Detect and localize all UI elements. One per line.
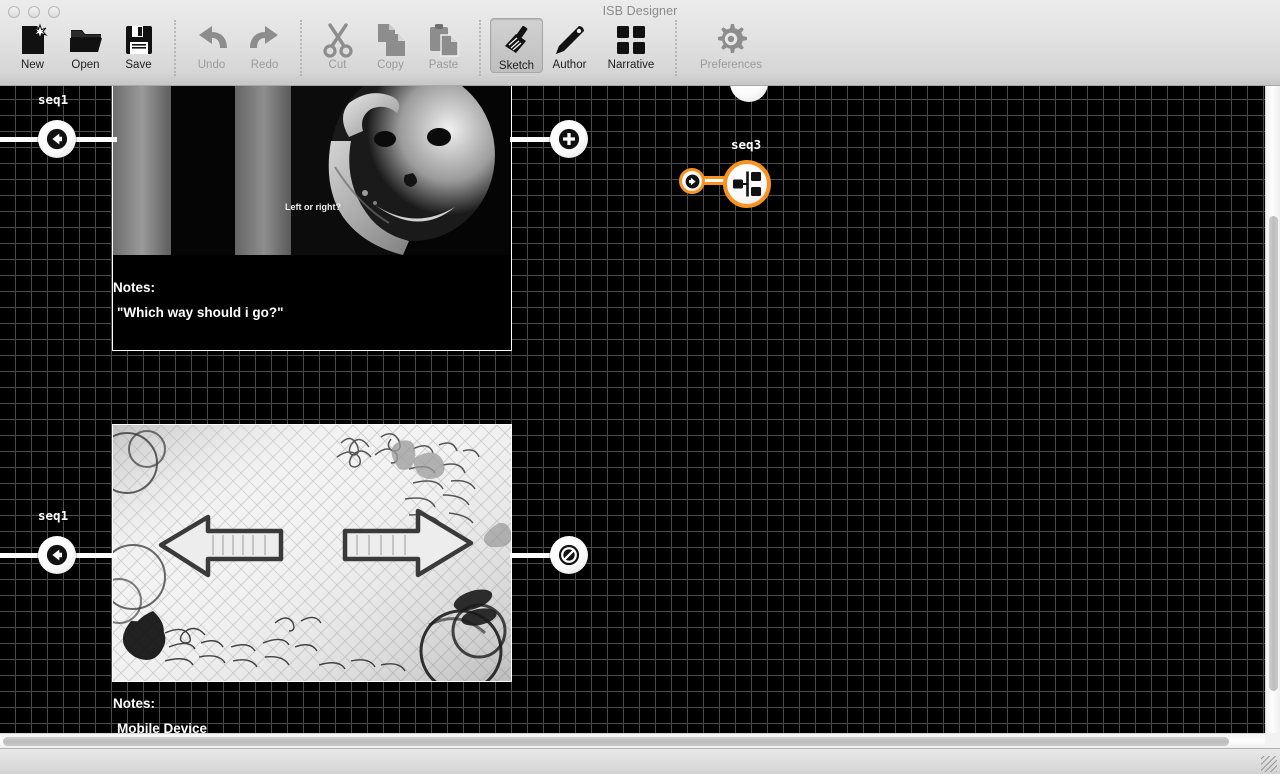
toolbar-divider-3: [479, 20, 481, 76]
open-folder-icon: [64, 20, 108, 60]
paste-button-label: Paste: [428, 59, 459, 71]
save-button[interactable]: Save: [112, 18, 165, 71]
connector-rail-bottom-right: [510, 553, 552, 558]
undo-button[interactable]: Undo: [185, 18, 238, 71]
scene-caption-top: Left or right?: [285, 202, 341, 212]
redo-button[interactable]: Redo: [238, 18, 291, 71]
node-seq3[interactable]: [723, 160, 771, 208]
connector-rail-top-mid: [72, 137, 117, 142]
plus-circle-icon: [558, 128, 580, 150]
undo-button-label: Undo: [197, 59, 226, 71]
new-button-label: New: [20, 59, 44, 71]
horizontal-scrollbar[interactable]: [0, 733, 1280, 748]
title-bar: ISB Designer New Open Save Undo Redo Cut…: [0, 0, 1280, 86]
connector-rail-bottom-mid: [72, 553, 117, 558]
branch-split-icon: [733, 171, 761, 197]
save-button-label: Save: [125, 59, 152, 71]
sketch-button[interactable]: Sketch: [490, 18, 543, 73]
toolbar-divider-1: [174, 20, 176, 76]
gear-icon: [709, 20, 753, 60]
preferences-button-label: Preferences: [699, 59, 762, 71]
status-bar: [0, 748, 1280, 774]
notes-label-top: Notes:: [113, 280, 156, 295]
node-label-seq3: seq3: [731, 137, 762, 152]
no-entry-icon: [558, 544, 580, 566]
node-label-seq1-top: seq1: [38, 92, 69, 107]
copy-pages-icon: [369, 20, 413, 60]
notes-label-bottom: Notes:: [113, 696, 156, 711]
pencil-icon: [548, 20, 592, 60]
storyboard-canvas[interactable]: seq1 seq3 Left or right? Notes: "Which w…: [0, 86, 1280, 748]
horizontal-scrollbar-thumb[interactable]: [3, 737, 1229, 746]
narrative-button-label: Narrative: [607, 59, 655, 71]
notes-text-top[interactable]: "Which way should i go?": [117, 305, 284, 320]
paintbrush-icon: [495, 21, 539, 61]
undo-arrow-icon: [190, 20, 234, 60]
back-arrow-icon: [46, 128, 68, 150]
paste-button[interactable]: Paste: [417, 18, 470, 71]
scene-thumbnail-bottom: [113, 425, 511, 681]
node-seq3-entry[interactable]: [679, 168, 705, 194]
toolbar-divider-4: [675, 20, 677, 76]
forward-arrow-icon: [685, 174, 699, 188]
clipboard-icon: [422, 20, 466, 60]
new-button[interactable]: New: [6, 18, 59, 71]
cut-button[interactable]: Cut: [311, 18, 364, 71]
new-document-icon: [11, 20, 55, 60]
window-title: ISB Designer: [602, 4, 678, 18]
vertical-scrollbar[interactable]: [1265, 86, 1280, 733]
node-add-top[interactable]: [550, 120, 588, 158]
toolbar-group-modes: Sketch Author Narrative: [490, 18, 666, 73]
connector-rail-top-right: [510, 137, 552, 142]
node-label-seq1-bottom: seq1: [38, 508, 69, 523]
cut-button-label: Cut: [328, 59, 347, 71]
copy-button[interactable]: Copy: [364, 18, 417, 71]
toolbar-divider-2: [300, 20, 302, 76]
main-toolbar: New Open Save Undo Redo Cut Copy Paste S…: [0, 18, 1280, 82]
open-button[interactable]: Open: [59, 18, 112, 71]
toolbar-group-file: New Open Save: [6, 18, 165, 71]
redo-button-label: Redo: [250, 59, 279, 71]
back-arrow-icon: [46, 544, 68, 566]
toolbar-group-clipboard: Cut Copy Paste: [311, 18, 470, 71]
app-window: ISB Designer New Open Save Undo Redo Cut…: [0, 0, 1280, 774]
copy-button-label: Copy: [377, 59, 404, 71]
sketch-button-label: Sketch: [498, 60, 535, 72]
floppy-disk-icon: [117, 20, 161, 60]
scrollbar-corner: [1265, 733, 1280, 748]
node-seq1-bottom[interactable]: [38, 536, 76, 574]
node-seq1-top[interactable]: [38, 120, 76, 158]
redo-arrow-icon: [243, 20, 287, 60]
node-stop-bottom[interactable]: [550, 536, 588, 574]
author-button-label: Author: [552, 59, 587, 71]
preferences-button[interactable]: Preferences: [686, 18, 776, 71]
scene-frame-bottom[interactable]: [112, 424, 512, 682]
open-button-label: Open: [71, 59, 100, 71]
vertical-scrollbar-thumb[interactable]: [1269, 216, 1278, 691]
narrative-button[interactable]: Narrative: [596, 18, 666, 73]
author-button[interactable]: Author: [543, 18, 596, 73]
toolbar-group-history: Undo Redo: [185, 18, 291, 71]
scissors-icon: [316, 20, 360, 60]
grid-squares-icon: [609, 20, 653, 60]
toolbar-group-settings: Preferences: [686, 18, 776, 71]
resize-grip-icon[interactable]: [1261, 756, 1277, 772]
